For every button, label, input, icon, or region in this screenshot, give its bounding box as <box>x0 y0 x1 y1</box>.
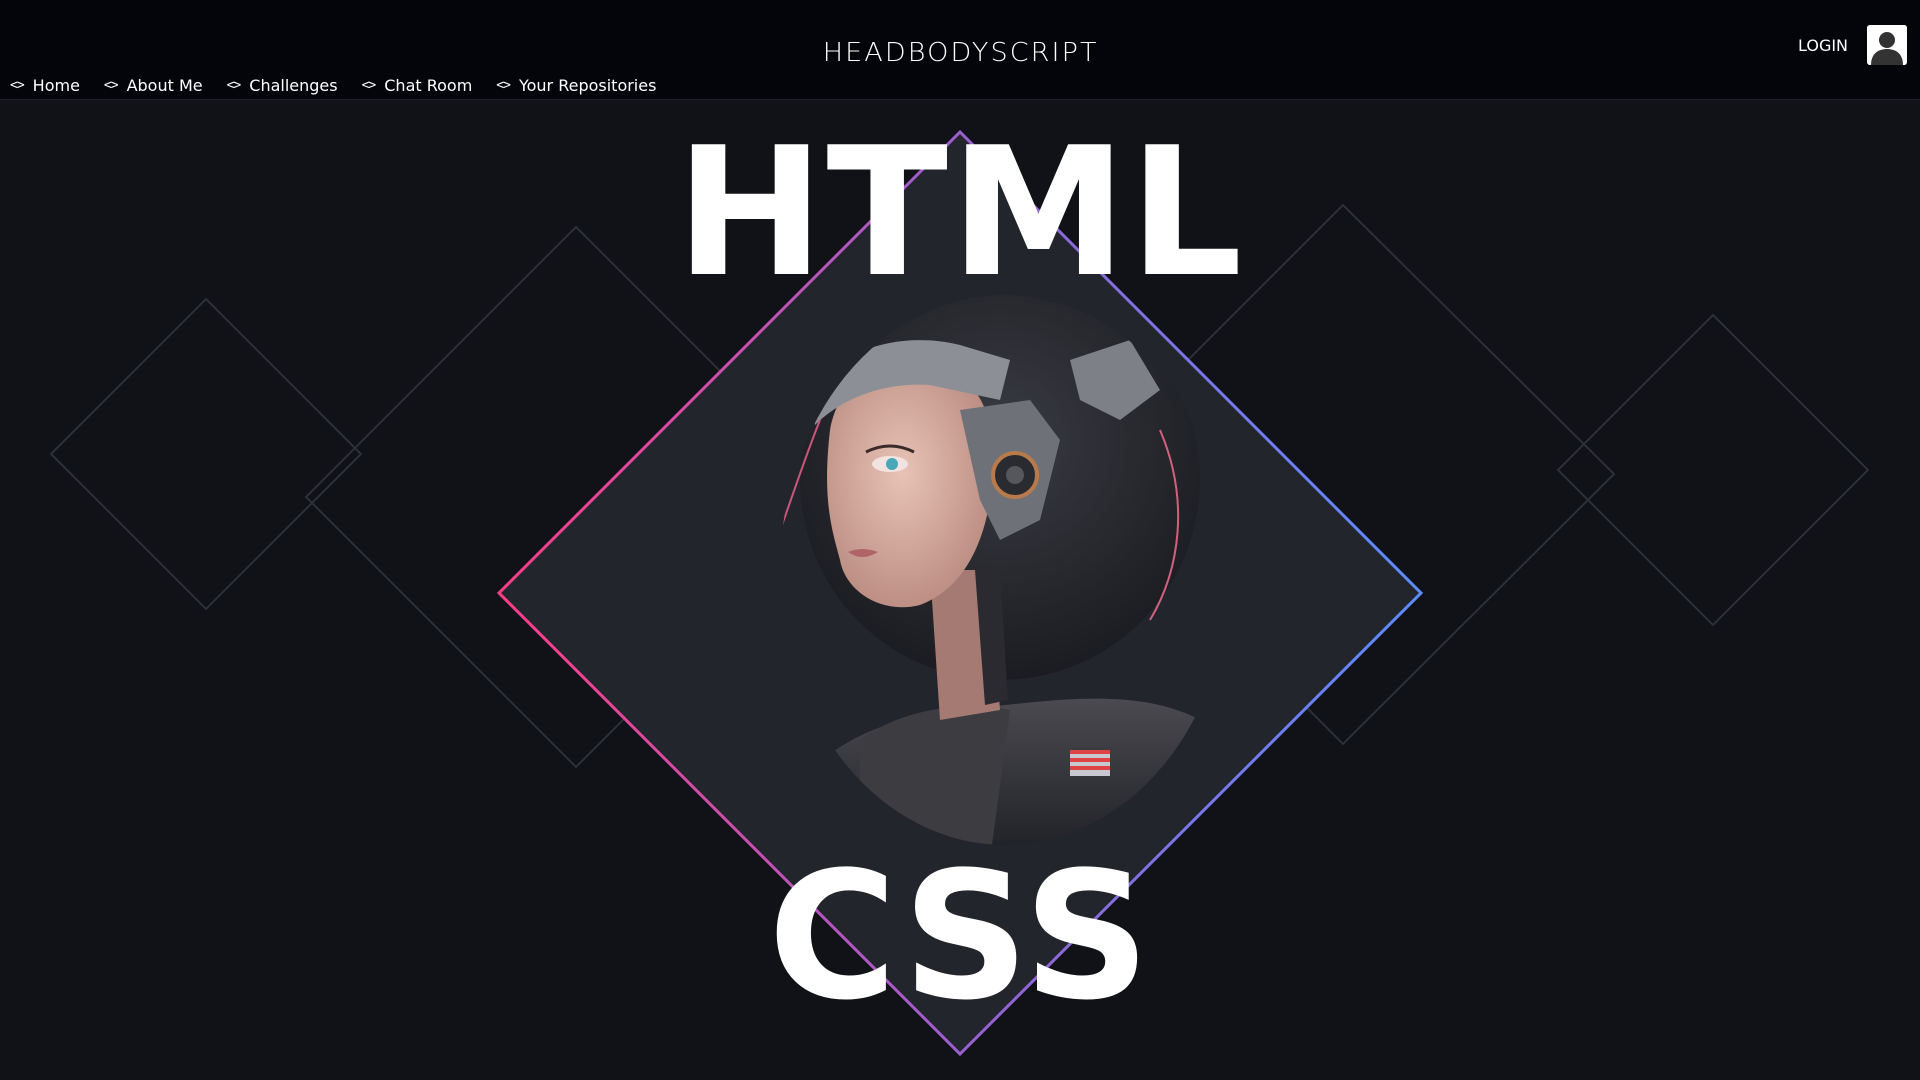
hero-title: HTML <box>675 109 1245 316</box>
user-icon <box>1867 25 1907 65</box>
nav-item-about-me[interactable]: <> About Me <box>104 76 203 95</box>
outline-diamond <box>49 297 363 611</box>
nav-item-label: Challenges <box>249 75 338 95</box>
top-header: HEADBODYSCRIPT <> Home <> About Me <> Ch… <box>0 0 1920 100</box>
nav-item-your-repositories[interactable]: <> Your Repositories <box>496 76 656 95</box>
nav-item-label: Home <box>32 75 80 95</box>
code-icon: <> <box>361 77 377 93</box>
nav-item-label: Chat Room <box>384 75 473 95</box>
code-icon: <> <box>10 77 25 93</box>
nav-item-chat-room[interactable]: <> Chat Room <box>362 76 473 95</box>
login-link[interactable]: LOGIN <box>1798 36 1848 55</box>
nav-item-home[interactable]: <> Home <box>10 76 80 95</box>
outline-diamond <box>1556 313 1870 627</box>
code-icon: <> <box>103 77 119 93</box>
nav-item-challenges[interactable]: <> Challenges <box>227 76 338 95</box>
page: HEADBODYSCRIPT <> Home <> About Me <> Ch… <box>0 0 1920 1080</box>
hero-subtitle: CSS <box>767 834 1153 1039</box>
nav-item-label: Your Repositories <box>518 75 657 95</box>
site-logo[interactable]: HEADBODYSCRIPT <box>823 38 1098 68</box>
avatar[interactable] <box>1867 25 1907 65</box>
nav-item-label: About Me <box>126 75 203 95</box>
code-icon: <> <box>226 77 242 93</box>
code-icon: <> <box>496 77 511 93</box>
main-nav: <> Home <> About Me <> Challenges <> Cha… <box>10 72 680 98</box>
